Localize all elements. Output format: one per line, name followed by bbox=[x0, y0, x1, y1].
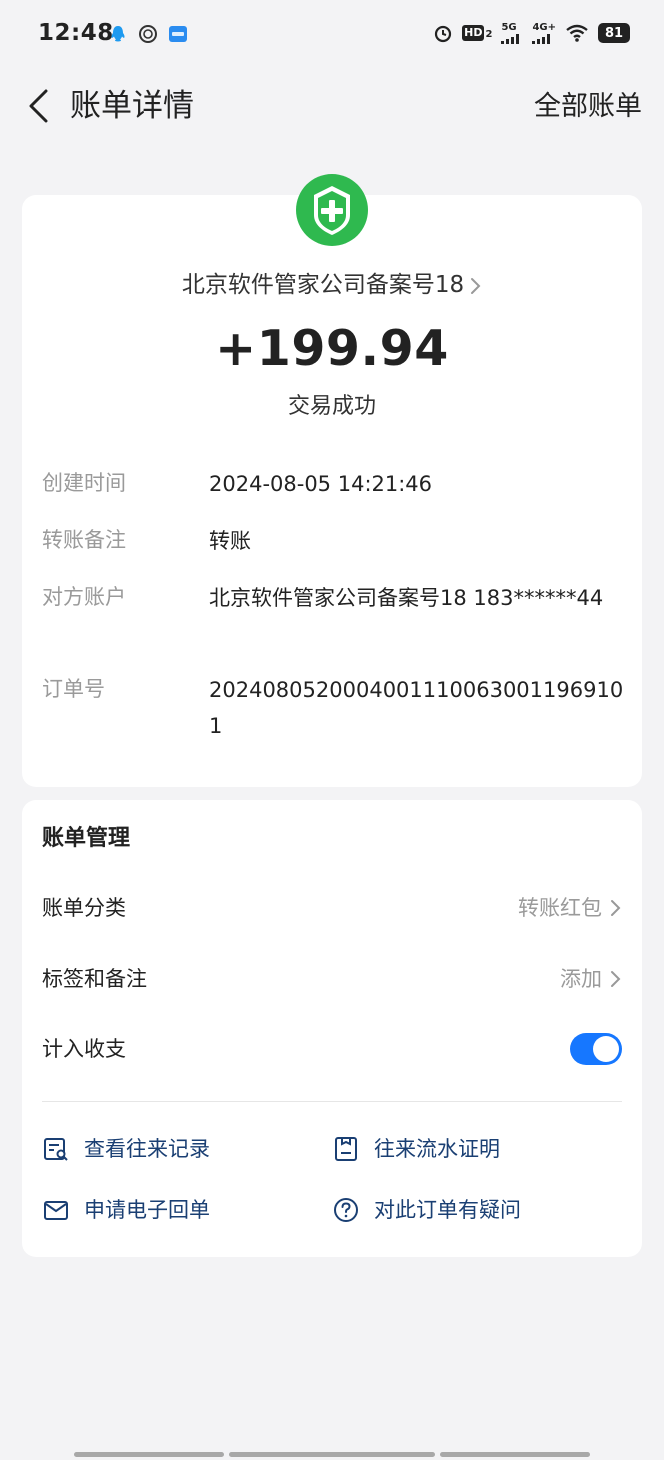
hd-sub: 2 bbox=[485, 29, 493, 40]
nav-hint-bar bbox=[229, 1452, 435, 1457]
detail-label: 转账备注 bbox=[42, 528, 126, 552]
tags-notes-value-wrap: 添加 bbox=[560, 962, 622, 996]
battery-level: 81 bbox=[598, 23, 630, 43]
signal-5g: 5G bbox=[501, 22, 523, 44]
wifi-icon bbox=[566, 24, 588, 42]
section-title: 账单管理 bbox=[42, 826, 131, 851]
status-bar: 12:48 HD 2 5G 4G+ 81 bbox=[0, 0, 664, 70]
detail-label: 对方账户 bbox=[42, 585, 126, 609]
question-icon bbox=[334, 1198, 358, 1222]
chevron-right-icon bbox=[471, 277, 481, 294]
alarm-icon bbox=[435, 25, 452, 43]
nav-hint-bar bbox=[74, 1452, 224, 1457]
qq-icon bbox=[111, 26, 125, 42]
bill-category-row[interactable]: 账单分类 转账红包 bbox=[42, 889, 622, 929]
merchant-shield-logo bbox=[296, 174, 368, 246]
detail-value: 2024080520004001110063001196910 1 bbox=[209, 678, 624, 738]
network-4g-label: 4G+ bbox=[532, 22, 556, 33]
hd-label: HD bbox=[462, 25, 485, 41]
statement-proof-button[interactable]: 往来流水证明 bbox=[332, 1131, 500, 1167]
chevron-right-icon bbox=[611, 900, 621, 916]
bill-category-value: 转账红包 bbox=[518, 896, 602, 920]
transaction-amount: +199.94 bbox=[215, 320, 449, 377]
signal-4g: 4G+ bbox=[532, 22, 556, 44]
detail-value: 2024-08-05 14:21:46 bbox=[209, 472, 433, 496]
records-icon bbox=[44, 1138, 68, 1161]
bill-category-value-wrap: 转账红包 bbox=[518, 891, 622, 925]
bill-management-card: 账单管理 账单分类 转账红包 标签和备注 添加 计入收支 查看往来记录 往来流水… bbox=[22, 800, 642, 1257]
transaction-status: 交易成功 bbox=[287, 394, 376, 419]
network-5g-label: 5G bbox=[501, 22, 517, 33]
merchant-name-link[interactable]: 北京软件管家公司备案号18 bbox=[22, 269, 642, 301]
tags-notes-value: 添加 bbox=[560, 967, 602, 991]
bill-detail-page: 12:48 HD 2 5G 4G+ 81 账单详情 全部账单 北京软件管家公司备… bbox=[0, 0, 664, 1460]
signal-bars-icon bbox=[501, 34, 520, 44]
page-title: 账单详情 bbox=[70, 88, 194, 124]
signal-bars-2-icon bbox=[532, 34, 551, 44]
circle-app-icon bbox=[139, 25, 157, 43]
statement-proof-label: 往来流水证明 bbox=[374, 1137, 500, 1161]
detail-label: 创建时间 bbox=[42, 471, 126, 495]
view-records-label: 查看往来记录 bbox=[84, 1137, 210, 1161]
order-question-label: 对此订单有疑问 bbox=[374, 1198, 521, 1222]
status-right-icons: HD 2 5G 4G+ 81 bbox=[433, 22, 630, 44]
include-in-stats-row: 计入收支 bbox=[42, 1030, 622, 1070]
detail-value: 转账 bbox=[209, 529, 251, 553]
e-receipt-label: 申请电子回单 bbox=[84, 1198, 210, 1222]
tags-notes-label: 标签和备注 bbox=[42, 967, 147, 991]
back-arrow-icon bbox=[29, 89, 48, 123]
status-left-icons bbox=[108, 24, 188, 44]
order-question-button[interactable]: 对此订单有疑问 bbox=[332, 1192, 521, 1228]
include-in-stats-label: 计入收支 bbox=[42, 1037, 126, 1061]
nav-hint-bar bbox=[440, 1452, 590, 1457]
blue-app-icon bbox=[169, 26, 187, 42]
bill-category-label: 账单分类 bbox=[42, 896, 126, 920]
chevron-right-icon bbox=[611, 971, 621, 987]
merchant-name: 北京软件管家公司备案号18 bbox=[181, 272, 465, 298]
detail-label: 订单号 bbox=[42, 677, 105, 701]
detail-value: 北京软件管家公司备案号18 183******44 bbox=[209, 586, 604, 610]
e-receipt-button[interactable]: 申请电子回单 bbox=[42, 1192, 210, 1228]
toggle-knob bbox=[593, 1036, 619, 1062]
hd-indicator: HD 2 bbox=[462, 25, 492, 41]
statement-icon bbox=[335, 1137, 357, 1161]
back-button[interactable] bbox=[20, 84, 56, 128]
all-bills-link[interactable]: 全部账单 bbox=[534, 88, 642, 126]
view-records-button[interactable]: 查看往来记录 bbox=[42, 1131, 210, 1167]
tags-notes-row[interactable]: 标签和备注 添加 bbox=[42, 960, 622, 1000]
transaction-card: 北京软件管家公司备案号18 +199.94 交易成功 创建时间 2024-08-… bbox=[22, 174, 642, 787]
status-time: 12:48 bbox=[38, 20, 114, 46]
include-in-stats-toggle[interactable] bbox=[570, 1033, 622, 1065]
divider bbox=[42, 1101, 622, 1102]
mail-icon bbox=[44, 1201, 68, 1220]
header: 账单详情 全部账单 bbox=[0, 76, 664, 136]
